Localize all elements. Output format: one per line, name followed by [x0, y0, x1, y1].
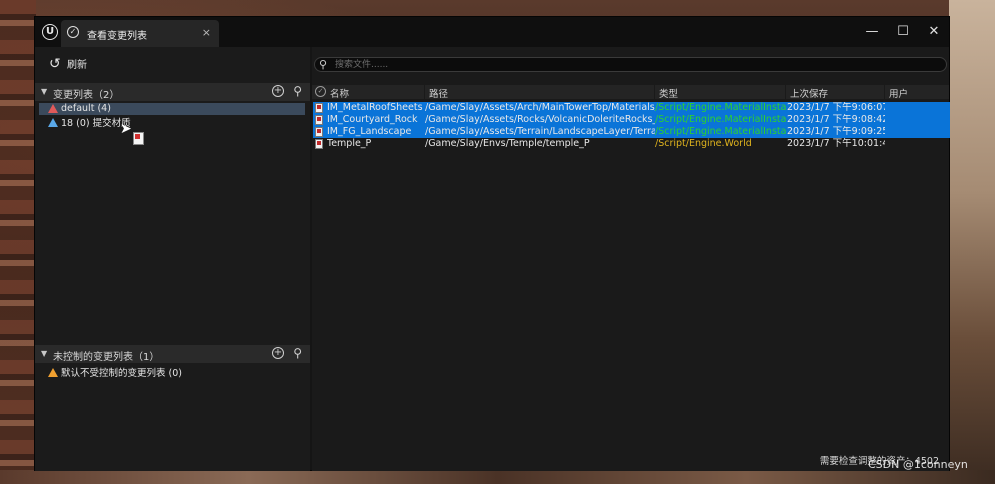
unreal-logo-icon: U [42, 24, 58, 40]
cell-name: IM_MetalRoofSheets [327, 102, 423, 113]
close-tab-icon[interactable]: × [202, 26, 211, 39]
table-row[interactable]: IM_FG_Landscape /Game/Slay/Assets/Terrai… [313, 126, 950, 138]
mouse-cursor-icon: ➤ [120, 121, 132, 137]
dragged-file-icon [133, 132, 144, 145]
cell-last-saved: 2023/1/7 下午10:01:41 [787, 138, 885, 149]
maximize-button[interactable]: ☐ [893, 23, 913, 41]
world-file-icon [315, 139, 323, 149]
cell-last-saved: 2023/1/7 下午9:09:25 [787, 126, 885, 137]
table-row[interactable]: IM_Courtyard_Rock /Game/Slay/Assets/Rock… [313, 114, 950, 126]
watermark: CSDN @1conneyn [868, 458, 968, 471]
changelists-header[interactable]: ▼ 变更列表（2） + ⚲ [35, 83, 310, 101]
file-search-box[interactable]: ⚲ [314, 57, 947, 72]
cell-name: Temple_P [327, 138, 372, 149]
collapse-arrow-icon[interactable]: ▼ [41, 349, 47, 358]
check-circle-icon[interactable]: ✓ [315, 86, 326, 97]
material-file-icon [315, 103, 323, 113]
changelist-label: default (4) [61, 103, 111, 114]
table-row[interactable]: Temple_P /Game/Slay/Envs/Temple/temple_P… [313, 138, 950, 150]
column-divider[interactable] [654, 85, 655, 99]
search-icon: ⚲ [319, 58, 328, 71]
material-file-icon [315, 127, 323, 137]
changelist-label: 默认不受控制的变更列表 (0) [61, 368, 182, 379]
collapse-arrow-icon[interactable]: ▼ [41, 87, 47, 96]
uncontrolled-item-default[interactable]: 默认不受控制的变更列表 (0) [39, 365, 305, 379]
background-right-building [949, 0, 995, 484]
refresh-button[interactable]: ↺ 刷新 [49, 56, 87, 74]
cell-type: /Script/Engine.MaterialInstance [655, 126, 786, 137]
changelists-title: 变更列表（2） [53, 90, 120, 101]
cell-last-saved: 2023/1/7 下午9:08:42 [787, 114, 885, 125]
cell-last-saved: 2023/1/7 下午9:06:07 [787, 102, 885, 113]
column-header-type[interactable]: 类型 [659, 86, 678, 100]
changelist-blue-icon [48, 117, 58, 127]
column-divider[interactable] [785, 85, 786, 99]
cell-type: /Script/Engine.MaterialInstance [655, 114, 786, 125]
cell-path: /Game/Slay/Assets/Arch/MainTowerTop/Mate… [425, 102, 655, 113]
cell-path: /Game/Slay/Assets/Rocks/VolcanicDolerite… [425, 114, 655, 125]
refresh-label: 刷新 [67, 60, 87, 71]
minimize-button[interactable]: — [862, 23, 882, 41]
search-icon[interactable]: ⚲ [293, 346, 302, 360]
files-panel: ⚲ ✓ 名称 路径 类型 上次保存 用户 IM_MetalRoofSheets … [312, 47, 950, 471]
column-header-user[interactable]: 用户 [889, 86, 908, 100]
add-changelist-icon[interactable]: + [272, 347, 284, 359]
changelist-orange-icon [48, 367, 58, 377]
changelists-panel: ↺ 刷新 ▼ 变更列表（2） + ⚲ default (4) 18 (0) 提交材… [35, 47, 310, 471]
table-row[interactable]: IM_MetalRoofSheets /Game/Slay/Assets/Arc… [313, 102, 950, 114]
add-changelist-icon[interactable]: + [272, 85, 284, 97]
cell-name: IM_FG_Landscape [327, 126, 412, 137]
check-circle-icon: ✓ [67, 26, 79, 38]
column-divider[interactable] [424, 85, 425, 99]
changelist-red-icon [48, 104, 58, 113]
background-left-building [0, 0, 36, 484]
search-icon[interactable]: ⚲ [293, 84, 302, 98]
cell-name: IM_Courtyard_Rock [327, 114, 418, 125]
tab-view-changelists[interactable]: ✓ 查看变更列表 × [61, 20, 219, 47]
search-input[interactable] [335, 58, 925, 71]
uncontrolled-title: 未控制的变更列表（1） [53, 352, 160, 363]
table-header: ✓ 名称 路径 类型 上次保存 用户 [312, 85, 949, 100]
cell-path: /Game/Slay/Envs/Temple/temple_P [425, 138, 590, 149]
changelist-item-default[interactable]: default (4) [39, 103, 305, 115]
tab-title: 查看变更列表 [87, 31, 147, 42]
view-changelists-window: U ✓ 查看变更列表 × — ☐ ✕ ↺ 刷新 ▼ 变更列表（2） + ⚲ def… [34, 16, 950, 471]
column-divider[interactable] [884, 85, 885, 99]
cell-type: /Script/Engine.MaterialInstance [655, 102, 786, 113]
uncontrolled-header[interactable]: ▼ 未控制的变更列表（1） + ⚲ [35, 345, 310, 363]
refresh-icon: ↺ [49, 55, 61, 72]
column-header-last-saved[interactable]: 上次保存 [790, 86, 828, 100]
background-ground [0, 470, 995, 484]
title-bar[interactable]: U ✓ 查看变更列表 × — ☐ ✕ [35, 17, 949, 47]
column-header-name[interactable]: 名称 [330, 86, 349, 100]
close-window-button[interactable]: ✕ [924, 23, 944, 41]
cell-type: /Script/Engine.World [655, 138, 752, 149]
cell-path: /Game/Slay/Assets/Terrain/LandscapeLayer… [425, 126, 655, 137]
changelist-item-18[interactable]: 18 (0) 提交材质 [39, 115, 305, 129]
material-file-icon [315, 115, 323, 125]
column-header-path[interactable]: 路径 [429, 86, 448, 100]
